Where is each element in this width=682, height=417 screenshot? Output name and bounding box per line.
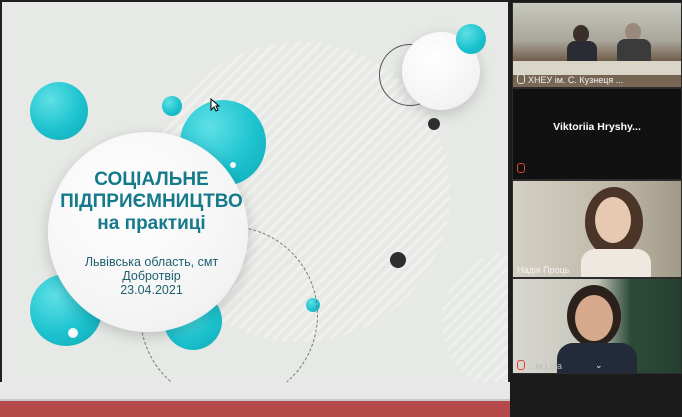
microphone-muted-icon [517, 360, 525, 370]
slide-title-line: на практиці [97, 213, 206, 234]
dark-dot-decoration [428, 118, 440, 130]
slide-title: СОЦІАЛЬНЕ ПІДПРИЄМНИЦТВО на практиці [54, 169, 249, 235]
desk [513, 61, 681, 75]
microphone-muted-icon [517, 163, 525, 173]
participant-face [575, 295, 613, 341]
taskbar-bar [0, 401, 510, 417]
teal-circle-decoration [30, 82, 88, 140]
slide-subtitle: Львівська область, смт Добротвір 23.04.2… [54, 255, 249, 297]
slide-title-block: СОЦІАЛЬНЕ ПІДПРИЄМНИЦТВО на практиці Льв… [54, 137, 249, 327]
participant-video-tile[interactable]: Viktoriia Hryshy... [512, 88, 682, 180]
participant-name-text: Надія Проць [517, 265, 570, 275]
participant-mute-status [517, 159, 525, 177]
participant-name-text: ХНЕУ ім. С. Кузнеця ... [528, 75, 624, 85]
participant-face [595, 197, 631, 243]
participants-gallery: ХНЕУ ім. С. Кузнеця ... Viktoriia Hryshy… [510, 0, 682, 417]
mouse-cursor-icon [210, 98, 220, 112]
participant-name: ...ia Lola [517, 360, 562, 371]
zoom-meeting-window: СОЦІАЛЬНЕ ПІДПРИЄМНИЦТВО на практиці Льв… [0, 0, 682, 417]
participant-video-tile[interactable]: Надія Проць [512, 180, 682, 278]
slide-subtitle-line: Львівська область, смт [84, 255, 219, 269]
teal-circle-decoration [162, 96, 182, 116]
participant-name-text: ...ia Lola [528, 361, 563, 371]
microphone-icon [517, 74, 525, 84]
hatched-circle-decoration [442, 252, 508, 382]
chevron-down-icon[interactable]: ⌄ [595, 360, 603, 371]
slide-title-line: ПІДПРИЄМНИЦТВО [60, 191, 243, 212]
white-dot-decoration [68, 328, 78, 338]
dark-dot-decoration [390, 252, 406, 268]
participant-name: ХНЕУ ім. С. Кузнеця ... [517, 74, 623, 85]
teal-circle-decoration [456, 24, 486, 54]
participant-name: Viktoriia Hryshy... [553, 121, 641, 133]
taskbar-strip [0, 382, 510, 417]
participant-name: Надія Проць [517, 265, 569, 275]
participant-video-tile[interactable]: ...ia Lola ⌄ [512, 278, 682, 374]
slide-subtitle-line: 23.04.2021 [120, 283, 183, 297]
shared-screen-slide: СОЦІАЛЬНЕ ПІДПРИЄМНИЦТВО на практиці Льв… [2, 2, 508, 382]
participant-figure [581, 249, 651, 277]
slide-subtitle-line: Добротвір [122, 269, 181, 283]
slide-title-line: СОЦІАЛЬНЕ [94, 169, 209, 190]
participant-video-tile[interactable]: ХНЕУ ім. С. Кузнеця ... [512, 2, 682, 88]
